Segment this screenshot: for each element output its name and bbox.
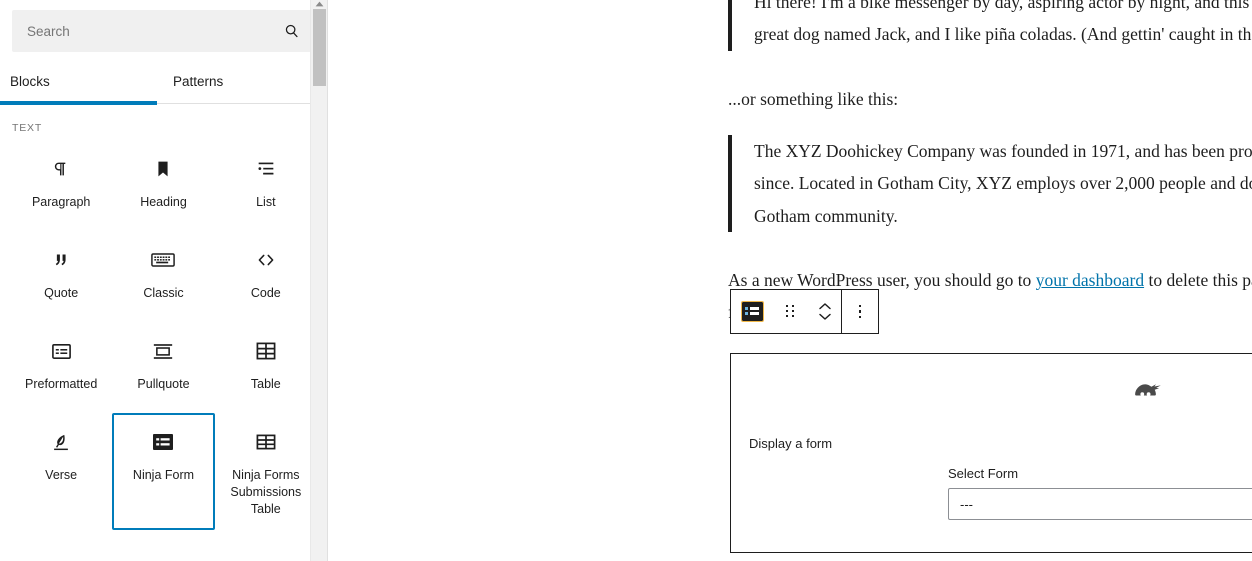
category-label-text: TEXT xyxy=(12,122,43,134)
list-icon xyxy=(255,156,277,182)
quote-icon xyxy=(50,247,72,273)
block-item-label: Code xyxy=(250,286,281,300)
drag-handle-button[interactable] xyxy=(773,290,809,333)
select-form-value: --- xyxy=(960,496,973,512)
chevron-down-icon[interactable] xyxy=(818,312,832,321)
drag-handle-icon xyxy=(786,304,796,319)
inserter-tabs: Blocks Patterns xyxy=(0,58,327,105)
verse-icon xyxy=(50,429,72,455)
display-a-form-label: Display a form xyxy=(749,436,833,451)
block-item-heading[interactable]: Heading xyxy=(112,140,215,231)
heading-icon xyxy=(152,156,174,182)
search-icon[interactable] xyxy=(280,19,304,43)
chevron-up-icon[interactable] xyxy=(818,302,832,311)
editor-root: Blocks Patterns TEXT Paragraph xyxy=(0,0,1252,561)
block-item-quote[interactable]: Quote xyxy=(10,231,113,322)
block-item-list[interactable]: List xyxy=(214,140,317,231)
tab-patterns-label: Patterns xyxy=(173,73,224,89)
scrollbar-thumb[interactable] xyxy=(313,9,326,86)
block-item-code[interactable]: Code xyxy=(214,231,317,322)
block-item-label: List xyxy=(256,195,276,209)
tab-patterns[interactable]: Patterns xyxy=(157,58,327,104)
pullquote-icon xyxy=(152,338,174,364)
code-icon xyxy=(254,247,278,273)
block-item-label: Heading xyxy=(140,195,187,209)
block-item-label: Classic xyxy=(143,286,184,300)
quote-block-2[interactable]: The XYZ Doohickey Company was founded in… xyxy=(728,135,1252,233)
block-item-label: Preformatted xyxy=(25,377,98,391)
block-item-label: Ninja Form xyxy=(132,468,195,482)
ninja-form-icon xyxy=(152,429,174,455)
block-item-pullquote[interactable]: Pullquote xyxy=(112,322,215,413)
paragraph-text-before-link: As a new WordPress user, you should go t… xyxy=(728,270,1036,290)
ninja-form-block-icon xyxy=(740,301,764,322)
block-item-label: Pullquote xyxy=(137,377,190,391)
quote-block-1-text: Hi there! I'm a bike messenger by day, a… xyxy=(754,0,1252,45)
block-item-label: Quote xyxy=(44,286,79,300)
search-container xyxy=(0,0,327,58)
block-item-label: Verse xyxy=(45,468,78,482)
block-toolbar-main-group xyxy=(731,290,841,333)
select-form-label: Select Form xyxy=(948,466,1019,481)
scroll-up-arrow-icon[interactable] xyxy=(311,0,327,8)
paragraph-block-1[interactable]: ...or something like this: xyxy=(728,83,1252,115)
tab-blocks[interactable]: Blocks xyxy=(0,58,157,105)
block-item-table[interactable]: Table xyxy=(214,322,317,413)
table-icon xyxy=(255,338,277,364)
block-item-label: Ninja Forms Submissions Table xyxy=(230,468,302,516)
block-item-label: Paragraph xyxy=(31,195,91,209)
ninja-form-block[interactable]: Display a form Select Form --- xyxy=(730,353,1252,553)
block-item-ninja-forms-submissions-table[interactable]: Ninja Forms Submissions Table xyxy=(214,413,317,530)
block-movers-button[interactable] xyxy=(809,290,841,333)
more-options-button[interactable] xyxy=(842,290,878,333)
search-box[interactable] xyxy=(12,10,315,52)
block-type-switcher-button[interactable] xyxy=(731,290,773,333)
editor-canvas: Hi there! I'm a bike messenger by day, a… xyxy=(328,0,1252,561)
ninja-forms-table-icon xyxy=(255,429,277,455)
paragraph-block-1-text: ...or something like this: xyxy=(728,89,899,109)
block-item-preformatted[interactable]: Preformatted xyxy=(10,322,113,413)
block-toolbar xyxy=(730,289,879,334)
block-type-grid: Paragraph Heading List Quote Classic Cod… xyxy=(0,140,327,530)
block-toolbar-options-group xyxy=(842,290,878,333)
select-form-dropdown[interactable]: --- xyxy=(948,488,1252,520)
block-item-ninja-form[interactable]: Ninja Form xyxy=(112,413,215,530)
select-form-field: Select Form --- xyxy=(948,466,1252,520)
ninja-head-icon xyxy=(1132,382,1166,404)
search-input[interactable] xyxy=(13,11,314,51)
block-item-classic[interactable]: Classic xyxy=(112,231,215,322)
quote-block-1[interactable]: Hi there! I'm a bike messenger by day, a… xyxy=(728,0,1252,51)
quote-block-2-text: The XYZ Doohickey Company was founded in… xyxy=(754,141,1252,226)
block-item-verse[interactable]: Verse xyxy=(10,413,113,530)
more-options-icon xyxy=(858,304,862,319)
classic-icon xyxy=(151,247,176,273)
block-item-paragraph[interactable]: Paragraph xyxy=(10,140,113,231)
inserter-scrollbar[interactable] xyxy=(310,0,327,561)
dashboard-link[interactable]: your dashboard xyxy=(1036,270,1144,290)
block-inserter-panel: Blocks Patterns TEXT Paragraph xyxy=(0,0,328,561)
tab-blocks-label: Blocks xyxy=(10,73,50,89)
preformatted-icon xyxy=(51,338,72,364)
block-item-label: Table xyxy=(250,377,281,391)
paragraph-icon xyxy=(50,156,72,182)
